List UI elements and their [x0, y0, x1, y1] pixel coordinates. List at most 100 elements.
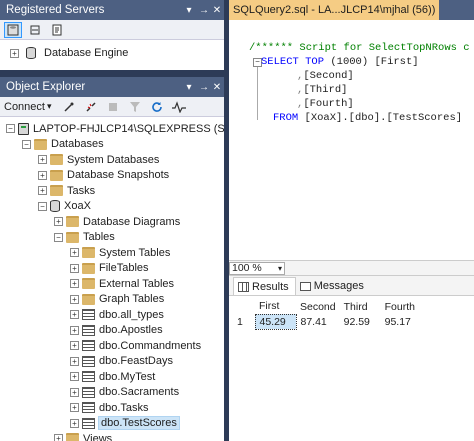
zoom-select[interactable]: 100 % ▾ [229, 261, 285, 275]
reporting-services-icon[interactable] [48, 22, 66, 38]
tree-node-label: dbo.Tasks [99, 401, 149, 414]
collapse-icon[interactable]: − [6, 124, 15, 134]
tree-node-tasks-folder[interactable]: + Tasks [0, 183, 224, 199]
collapse-icon[interactable]: − [38, 201, 47, 211]
grid-icon [238, 281, 249, 292]
tree-node-system-databases[interactable]: + System Databases [0, 152, 224, 168]
column-header[interactable]: Third [340, 299, 381, 314]
auto-hide-icon[interactable]: → [196, 82, 210, 93]
tree-node-label: LAPTOP-FHJLCP14\SQLEXPRESS (SQL S [33, 122, 250, 135]
connect-button[interactable]: Connect ▾ [4, 101, 56, 113]
table-cell[interactable]: 45.29 [254, 313, 297, 330]
registered-servers-toolbar [0, 20, 224, 40]
tab-messages[interactable]: Messages [296, 277, 370, 295]
tree-node-dbo-commandments[interactable]: + dbo.Commandments [0, 338, 224, 354]
expand-icon[interactable]: + [70, 418, 79, 428]
tree-node-xoax[interactable]: − XoaX [0, 199, 224, 215]
tab-sqlquery2[interactable]: SQLQuery2.sql - LA...JLCP14\mjhal (56)) [229, 0, 440, 20]
tree-node-graph-tables[interactable]: + Graph Tables [0, 292, 224, 308]
expand-icon[interactable]: + [70, 294, 79, 304]
zoom-bar: 100 % ▾ [229, 261, 474, 276]
expand-icon[interactable]: + [70, 263, 79, 273]
expand-icon[interactable]: + [38, 155, 47, 165]
expand-icon[interactable]: + [10, 48, 19, 58]
expand-icon[interactable]: + [38, 170, 47, 180]
tree-node-label: Databases [51, 138, 104, 151]
filter-icon[interactable] [126, 99, 144, 115]
expand-icon[interactable]: + [70, 248, 79, 258]
column-fourth: [Fourth] [303, 98, 354, 110]
tree-node-server[interactable]: − LAPTOP-FHJLCP14\SQLEXPRESS (SQL S [0, 121, 249, 137]
database-engine-node[interactable]: + Database Engine [0, 44, 224, 62]
table-cell[interactable]: 87.41 [296, 314, 340, 329]
tree-node-views[interactable]: + Views [0, 431, 224, 441]
connect-label: Connect [4, 100, 45, 113]
tree-node-system-tables[interactable]: + System Tables [0, 245, 224, 261]
tree-node-database-diagrams[interactable]: + Database Diagrams [0, 214, 224, 230]
tree-node-tables[interactable]: − Tables [0, 230, 224, 246]
results-tab-strip: Results Messages [229, 276, 474, 296]
tree-node-database-snapshots[interactable]: + Database Snapshots [0, 168, 224, 184]
stop-icon[interactable] [104, 99, 122, 115]
tab-results[interactable]: Results [233, 277, 296, 295]
table-icon [82, 386, 95, 398]
database-engine-type-icon[interactable] [4, 21, 22, 38]
tree-node-label: dbo.MyTest [99, 370, 156, 383]
column-third: [Third] [303, 84, 348, 96]
expand-icon[interactable]: + [54, 217, 63, 227]
collapse-icon[interactable]: − [22, 139, 31, 149]
tree-node-dbo-tasks[interactable]: + dbo.Tasks [0, 400, 224, 416]
object-explorer-title: Object Explorer [6, 81, 86, 93]
folder-icon [66, 216, 79, 228]
sql-code-area[interactable]: − /****** Script for SelectTopNRows c SE… [229, 20, 474, 261]
tree-node-filetables[interactable]: + FileTables [0, 261, 224, 277]
collapse-icon[interactable]: − [54, 232, 63, 242]
folder-icon [50, 169, 63, 181]
disconnect-icon[interactable] [82, 99, 100, 115]
auto-hide-icon[interactable]: → [196, 5, 210, 16]
column-header[interactable]: Second [296, 299, 340, 314]
column-second: [Second] [303, 70, 354, 82]
table-icon [82, 309, 95, 321]
expand-icon[interactable]: + [54, 434, 63, 441]
refresh-icon[interactable] [148, 99, 166, 115]
tree-node-label: dbo.TestScores [98, 416, 180, 431]
window-position-icon[interactable]: ▾ [182, 82, 196, 93]
close-icon[interactable]: ✕ [210, 82, 224, 93]
folder-icon [34, 138, 47, 150]
analysis-services-icon[interactable] [26, 22, 44, 38]
column-header[interactable]: Fourth [381, 299, 422, 314]
tree-node-dbo-apostles[interactable]: + dbo.Apostles [0, 323, 224, 339]
expand-icon[interactable]: + [38, 186, 47, 196]
row-number[interactable]: 1 [233, 314, 255, 329]
tree-node-dbo-sacraments[interactable]: + dbo.Sacraments [0, 385, 224, 401]
expand-icon[interactable]: + [70, 310, 79, 320]
close-icon[interactable]: ✕ [210, 5, 224, 16]
column-header[interactable] [233, 299, 255, 314]
tree-node-label: dbo.FeastDays [99, 355, 173, 368]
connect-object-icon[interactable] [60, 99, 78, 115]
tree-node-databases[interactable]: − Databases [0, 137, 224, 153]
tree-node-label: Database Snapshots [67, 169, 170, 182]
chevron-down-icon: ▾ [277, 263, 282, 273]
database-engine-icon [26, 47, 36, 59]
table-icon [82, 340, 95, 352]
table-row[interactable]: 1 45.29 87.41 92.59 95.17 [233, 313, 422, 330]
tree-node-external-tables[interactable]: + External Tables [0, 276, 224, 292]
expand-icon[interactable]: + [70, 387, 79, 397]
tree-node-dbo-feastdays[interactable]: + dbo.FeastDays [0, 354, 224, 370]
expand-icon[interactable]: + [70, 403, 79, 413]
table-cell[interactable]: 95.17 [381, 314, 422, 329]
window-position-icon[interactable]: ▾ [182, 5, 196, 16]
expand-icon[interactable]: + [70, 279, 79, 289]
table-cell[interactable]: 92.59 [340, 314, 381, 329]
expand-icon[interactable]: + [70, 341, 79, 351]
expand-icon[interactable]: + [70, 325, 79, 335]
activity-monitor-icon[interactable] [170, 99, 188, 115]
column-header[interactable]: First [255, 299, 296, 314]
expand-icon[interactable]: + [70, 356, 79, 366]
expand-icon[interactable]: + [70, 372, 79, 382]
tree-node-dbo-mytest[interactable]: + dbo.MyTest [0, 369, 224, 385]
tree-node-dbo-all-types[interactable]: + dbo.all_types [0, 307, 224, 323]
tree-node-dbo-testscores[interactable]: + dbo.TestScores [0, 416, 224, 432]
